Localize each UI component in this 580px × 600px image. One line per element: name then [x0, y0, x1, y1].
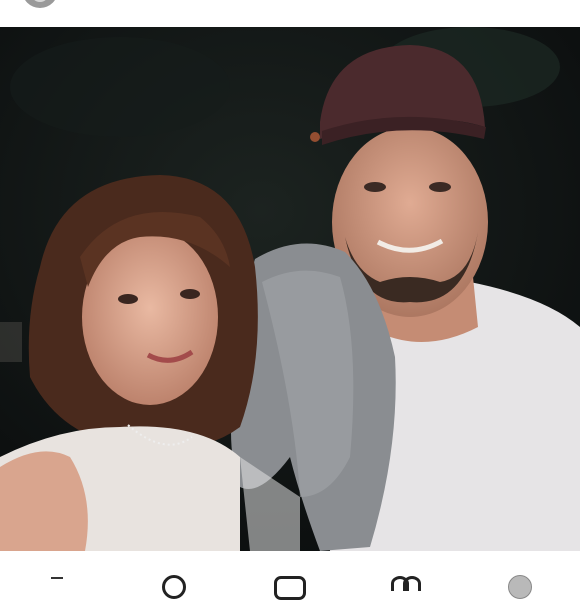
- post-photo[interactable]: [0, 27, 580, 551]
- home-icon[interactable]: [44, 573, 70, 583]
- bottom-navigation: [0, 551, 580, 600]
- profile-avatar-icon[interactable]: [22, 0, 58, 8]
- add-post-icon[interactable]: [272, 573, 306, 600]
- photo-illustration: [0, 27, 580, 551]
- post-header: [0, 0, 580, 27]
- heart-icon[interactable]: [390, 573, 421, 591]
- search-icon[interactable]: [160, 573, 186, 599]
- profile-icon[interactable]: [506, 573, 534, 599]
